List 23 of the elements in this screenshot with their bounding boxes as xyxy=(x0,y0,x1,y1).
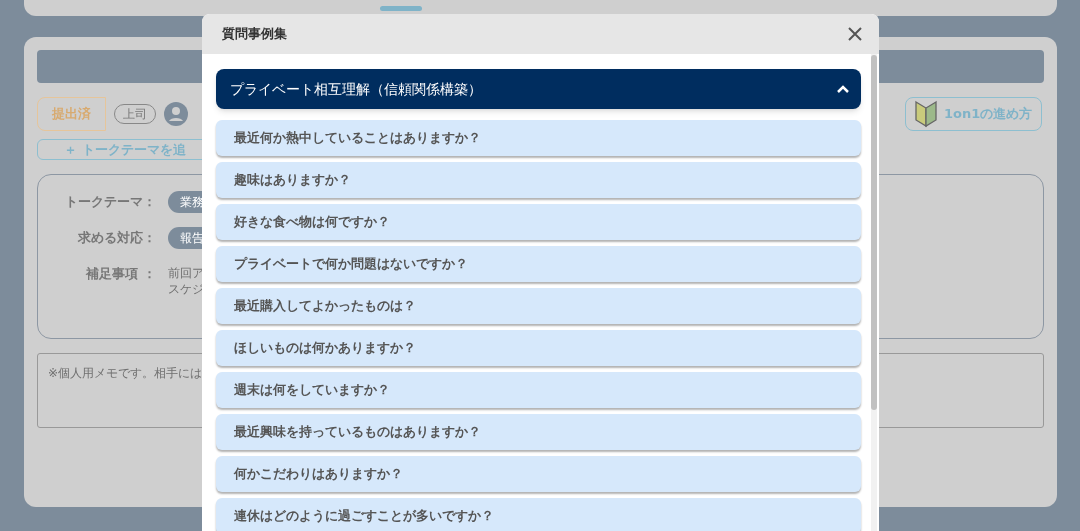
note-text: 前回ア xyxy=(168,265,204,281)
question-item[interactable]: 連休はどのように過ごすことが多いですか？ xyxy=(216,498,861,531)
field-label: 補足事項 ： xyxy=(85,265,156,283)
status-tag: 提出済 xyxy=(37,97,106,131)
beginner-mark-icon xyxy=(914,100,938,128)
scrollbar[interactable] xyxy=(871,54,877,531)
question-item[interactable]: 最近何か熱中していることはありますか？ xyxy=(216,120,861,156)
field-label: トークテーマ： xyxy=(64,193,156,211)
modal-title: 質問事例集 xyxy=(222,25,287,44)
field-label: 求める対応： xyxy=(77,229,156,247)
question-item[interactable]: 好きな食べ物は何ですか？ xyxy=(216,204,861,240)
question-item[interactable]: プライベートで何か問題はないですか？ xyxy=(216,246,861,282)
chevron-up-icon xyxy=(837,85,849,93)
avatar-icon xyxy=(164,102,188,126)
question-item[interactable]: 最近購入してよかったものは？ xyxy=(216,288,861,324)
accordion-header[interactable]: プライベート相互理解（信頼関係構築） xyxy=(216,69,861,109)
question-item[interactable]: 趣味はありますか？ xyxy=(216,162,861,198)
close-icon[interactable] xyxy=(847,26,863,42)
question-item[interactable]: 何かこだわりはありますか？ xyxy=(216,456,861,492)
question-item[interactable]: 最近興味を持っているものはありますか？ xyxy=(216,414,861,450)
question-item[interactable]: ほしいものは何かありますか？ xyxy=(216,330,861,366)
question-item[interactable]: 週末は何をしていますか？ xyxy=(216,372,861,408)
tab-indicator xyxy=(380,6,422,11)
